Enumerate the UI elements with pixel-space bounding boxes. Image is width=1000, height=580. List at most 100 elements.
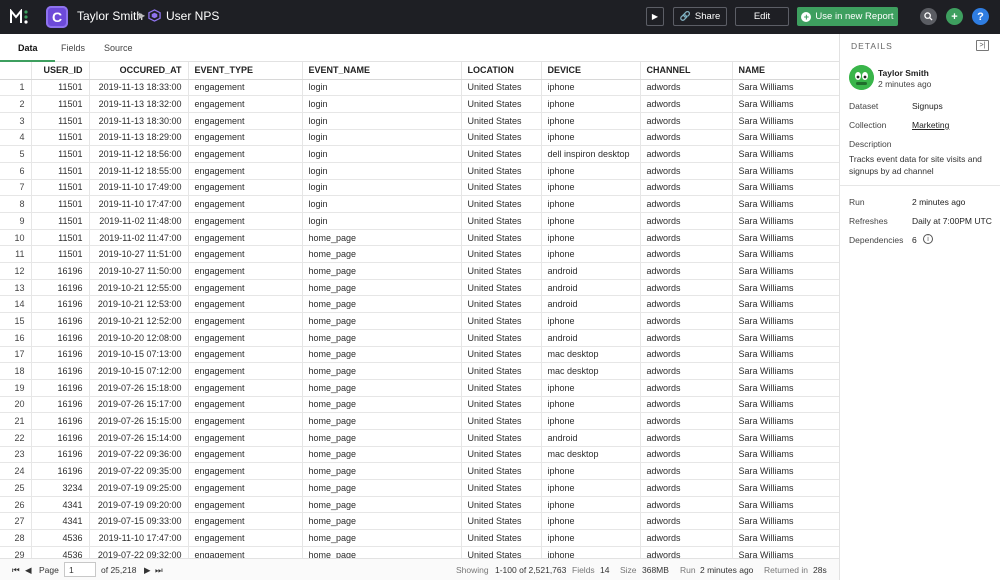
table-row[interactable]: 3 11501 2019-11-13 18:30:00 engagement login…	[0, 112, 839, 130]
collapse-panel-icon[interactable]: >|	[976, 40, 989, 51]
table-cell: 4536	[31, 546, 90, 558]
row-index: 3	[0, 112, 32, 130]
table-row[interactable]: 1 11501 2019-11-13 18:33:00 engagement login…	[0, 79, 839, 97]
table-cell: 11501	[31, 129, 90, 147]
run-value: 2 minutes ago	[700, 565, 754, 575]
tab-data[interactable]: Data	[18, 43, 38, 53]
table-cell: United States	[461, 129, 542, 147]
row-index: 14	[0, 295, 32, 314]
column-header[interactable]: USER_ID	[31, 62, 90, 80]
table-cell: Sara Williams	[732, 162, 839, 180]
top-bar: C Taylor Smith ▶ User NPS ▶ 🔗 Share Edit…	[0, 0, 1000, 34]
dataset-value: Signups	[912, 101, 943, 111]
table-cell: engagement	[188, 295, 303, 314]
prev-page-icon[interactable]: ◀	[25, 565, 32, 576]
table-row[interactable]: 23 16196 2019-07-22 09:36:00 engagement home…	[0, 446, 839, 464]
table-cell: Sara Williams	[732, 312, 839, 330]
app-icon[interactable]: C	[46, 6, 68, 28]
table-row[interactable]: 24 16196 2019-07-22 09:35:00 engagement home…	[0, 462, 839, 480]
search-icon	[924, 12, 933, 21]
table-row[interactable]: 27 4341 2019-07-15 09:33:00 engagement home_…	[0, 512, 839, 531]
help-button[interactable]: ?	[972, 8, 989, 25]
search-button[interactable]	[920, 8, 937, 25]
chevron-right-icon: ▶	[139, 11, 146, 20]
row-index: 13	[0, 279, 32, 297]
table-cell: Sara Williams	[732, 446, 839, 464]
table-cell: 16196	[31, 396, 90, 414]
last-page-icon[interactable]: ⏭	[155, 565, 163, 576]
column-header[interactable]: DEVICE	[541, 62, 641, 80]
table-cell: home_page	[302, 429, 462, 447]
column-header[interactable]: CHANNEL	[640, 62, 733, 80]
table-row[interactable]: 6 11501 2019-11-12 18:55:00 engagement login…	[0, 162, 839, 180]
share-button[interactable]: 🔗 Share	[673, 7, 727, 26]
table-cell: United States	[461, 279, 542, 297]
table-cell: adwords	[640, 262, 733, 280]
info-icon[interactable]: i	[923, 234, 933, 244]
page-number-input[interactable]: 1	[64, 562, 96, 577]
table-cell: 2019-07-19 09:20:00	[89, 496, 189, 514]
table-cell: engagement	[188, 412, 303, 430]
table-cell: 16196	[31, 262, 90, 280]
table-cell: android	[541, 295, 641, 314]
use-in-new-report-button[interactable]: + Use in new Report	[797, 7, 898, 26]
table-row[interactable]: 2 11501 2019-11-13 18:32:00 engagement login…	[0, 95, 839, 113]
table-cell: 2019-10-27 11:51:00	[89, 245, 189, 264]
table-row[interactable]: 7 11501 2019-11-10 17:49:00 engagement login…	[0, 179, 839, 197]
table-cell: United States	[461, 229, 542, 247]
table-cell: United States	[461, 429, 542, 447]
tab-bar: Data Fields Source	[0, 34, 839, 62]
description-label: Description	[849, 139, 892, 149]
table-cell: 3234	[31, 479, 90, 497]
collection-link[interactable]: Marketing	[912, 120, 949, 130]
table-row[interactable]: 8 11501 2019-11-10 17:47:00 engagement login…	[0, 195, 839, 213]
table-cell: 11501	[31, 179, 90, 197]
details-user-name[interactable]: Taylor Smith	[878, 68, 929, 78]
table-row[interactable]: 10 11501 2019-11-02 11:47:00 engagement home…	[0, 229, 839, 247]
table-cell: 16196	[31, 362, 90, 380]
table-row[interactable]: 20 16196 2019-07-26 15:17:00 engagement home…	[0, 396, 839, 414]
table-row[interactable]: 14 16196 2019-10-21 12:53:00 engagement home…	[0, 295, 839, 314]
table-cell: Sara Williams	[732, 262, 839, 280]
tab-fields[interactable]: Fields	[61, 43, 85, 53]
table-row[interactable]: 26 4341 2019-07-19 09:20:00 engagement home_…	[0, 496, 839, 514]
row-index: 23	[0, 446, 32, 464]
column-header[interactable]: NAME	[732, 62, 839, 80]
table-row[interactable]: 21 16196 2019-07-26 15:15:00 engagement home…	[0, 412, 839, 430]
table-row[interactable]: 16 16196 2019-10-20 12:08:00 engagement home…	[0, 329, 839, 347]
column-header[interactable]: LOCATION	[461, 62, 542, 80]
column-header[interactable]: EVENT_NAME	[302, 62, 462, 80]
table-row[interactable]: 15 16196 2019-10-21 12:52:00 engagement home…	[0, 312, 839, 330]
table-cell: 11501	[31, 145, 90, 163]
table-cell: 16196	[31, 329, 90, 347]
table-row[interactable]: 28 4536 2019-11-10 17:47:00 engagement home_…	[0, 529, 839, 547]
metabase-logo-icon[interactable]	[10, 9, 30, 25]
table-row[interactable]: 17 16196 2019-10-15 07:13:00 engagement home…	[0, 346, 839, 364]
add-button[interactable]: +	[946, 8, 963, 25]
table-cell: 2019-11-13 18:30:00	[89, 112, 189, 130]
table-row[interactable]: 25 3234 2019-07-19 09:25:00 engagement home_…	[0, 479, 839, 497]
tab-source[interactable]: Source	[104, 43, 133, 53]
row-index: 20	[0, 396, 32, 414]
column-header[interactable]: EVENT_TYPE	[188, 62, 303, 80]
table-row[interactable]: 19 16196 2019-07-26 15:18:00 engagement home…	[0, 379, 839, 397]
table-cell: United States	[461, 512, 542, 531]
table-row[interactable]: 13 16196 2019-10-21 12:55:00 engagement home…	[0, 279, 839, 297]
first-page-icon[interactable]: ⏮	[12, 565, 20, 576]
breadcrumb-user[interactable]: Taylor Smith	[77, 9, 143, 23]
table-cell: 4536	[31, 529, 90, 547]
table-cell: adwords	[640, 179, 733, 197]
table-row[interactable]: 4 11501 2019-11-13 18:29:00 engagement login…	[0, 129, 839, 147]
column-header[interactable]: OCCURED_AT	[89, 62, 189, 80]
next-page-icon[interactable]: ▶	[144, 565, 151, 576]
table-row[interactable]: 12 16196 2019-10-27 11:50:00 engagement home…	[0, 262, 839, 280]
dependencies-value: 6	[912, 235, 917, 245]
table-row[interactable]: 11 11501 2019-10-27 11:51:00 engagement home…	[0, 245, 839, 264]
table-row[interactable]: 9 11501 2019-11-02 11:48:00 engagement login…	[0, 212, 839, 230]
table-row[interactable]: 18 16196 2019-10-15 07:12:00 engagement home…	[0, 362, 839, 380]
table-row[interactable]: 29 4536 2019-07-22 09:32:00 engagement home_…	[0, 546, 839, 558]
run-button[interactable]: ▶	[646, 7, 664, 26]
table-row[interactable]: 5 11501 2019-11-12 18:56:00 engagement login…	[0, 145, 839, 163]
edit-button[interactable]: Edit	[735, 7, 789, 26]
table-row[interactable]: 22 16196 2019-07-26 15:14:00 engagement home…	[0, 429, 839, 447]
